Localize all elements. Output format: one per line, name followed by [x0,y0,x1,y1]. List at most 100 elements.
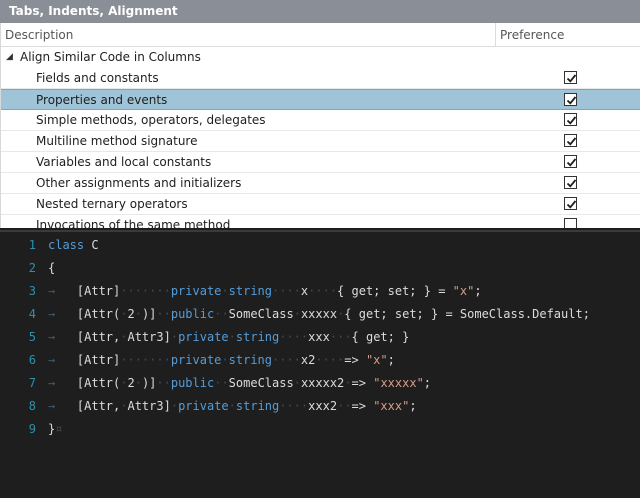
keyword-token: string [228,353,272,367]
expand-triangle-icon[interactable]: ◢ [6,47,13,67]
line-number: 4 [28,307,36,321]
option-label: Properties and events [36,93,168,107]
checkmark-icon [566,200,577,209]
preference-checkbox[interactable] [564,71,577,84]
code-token: [Attr( [62,307,121,321]
code-text: → [Attr]·······private·string····x····{ … [48,280,482,303]
preference-checkbox[interactable] [564,134,577,147]
keyword-token: private [178,399,229,413]
line-number: 8 [28,399,36,413]
keyword-token: private [178,330,229,344]
whitespace-marker: · [134,376,142,390]
whitespace-marker: · [134,307,142,321]
code-text: → [Attr(·2·)]··public··SomeClass·xxxxx·{… [48,303,590,326]
code-token: )] [141,307,157,321]
code-token: 2 [127,307,135,321]
code-text: → [Attr]·······private·string····x2····=… [48,349,395,372]
whitespace-marker: ¤ [55,422,63,436]
code-token: xxx [308,330,330,344]
option-row[interactable]: Simple methods, operators, delegates [1,110,640,131]
code-token: Attr3] [127,330,171,344]
code-line[interactable]: 7 → [Attr(·2·)]··public··SomeClass·xxxxx2… [0,372,640,395]
whitespace-marker: · [293,376,301,390]
code-token: 2 [127,376,135,390]
option-label: Multiline method signature [36,134,198,148]
group-row-align-similar-code[interactable]: ◢ Align Similar Code in Columns [1,47,640,68]
whitespace-marker: · [228,330,236,344]
preference-checkbox[interactable] [564,218,577,228]
preference-checkbox[interactable] [564,155,577,168]
line-number: 9 [28,422,36,436]
option-label: Nested ternary operators [36,197,188,211]
code-text: { [48,257,55,280]
code-text: }¤ [48,418,62,441]
tab-arrow-icon: → [48,307,63,321]
preference-checkbox[interactable] [564,113,577,126]
code-token: => [344,353,366,367]
string-token: "xxxxx" [373,376,424,390]
whitespace-marker: ··· [329,330,352,344]
code-text: → [Attr,·Attr3]·private·string····xxx2··… [48,395,417,418]
column-header-description[interactable]: Description [5,28,73,42]
code-token: xxx2 [308,399,338,413]
code-line[interactable]: 9 }¤ [0,418,640,441]
tab-arrow-icon: → [48,284,63,298]
option-row[interactable]: Multiline method signature [1,131,640,152]
code-line[interactable]: 8 → [Attr,·Attr3]·private·string····xxx2·… [0,395,640,418]
code-token: [Attr, [62,330,121,344]
option-row[interactable]: Invocations of the same method [1,215,640,228]
code-line[interactable]: 5 → [Attr,·Attr3]·private·string····xxx··… [0,326,640,349]
whitespace-marker: · [170,330,179,344]
column-separator[interactable] [495,23,496,47]
column-header-preference[interactable]: Preference [500,28,564,42]
option-row[interactable]: Variables and local constants [1,152,640,173]
checkmark-icon [566,74,577,83]
code-token: xxxxx [300,307,338,321]
option-row[interactable]: Nested ternary operators [1,194,640,215]
whitespace-marker: · [293,307,301,321]
option-row[interactable]: Properties and events [1,89,640,110]
code-token: { get; } [351,330,410,344]
code-line[interactable]: 3 → [Attr]·······private·string····x····{… [0,280,640,303]
group-label: Align Similar Code in Columns [20,50,201,64]
option-row[interactable]: Other assignments and initializers [1,173,640,194]
code-text: → [Attr,·Attr3]·private·string····xxx···… [48,326,409,349]
whitespace-marker: ·· [337,399,352,413]
option-row[interactable]: Fields and constants [1,68,640,89]
keyword-token: private [170,284,222,298]
whitespace-marker: ······· [120,284,171,298]
code-line[interactable]: 2{ [0,257,640,280]
whitespace-marker: ······· [120,353,171,367]
code-token: { get; set; } = SomeClass.Default; [344,307,590,321]
whitespace-marker: ···· [272,284,301,298]
code-preview: 1 class C 2{3 → [Attr]·······private·string… [0,230,640,498]
code-token: ; [423,376,432,390]
code-token: => [351,376,374,390]
line-number: 3 [28,284,36,298]
checkmark-icon [566,116,577,125]
option-label: Simple methods, operators, delegates [36,113,266,127]
code-line[interactable]: 1 class C [0,234,640,257]
line-number: 1 [28,238,36,252]
code-line[interactable]: 6 → [Attr]·······private·string····x2····… [0,349,640,372]
keyword-token: string [228,284,272,298]
checkmark-icon [566,137,577,146]
preference-checkbox[interactable] [564,176,577,189]
whitespace-marker: ·· [214,307,229,321]
code-line[interactable]: 4 → [Attr(·2·)]··public··SomeClass·xxxxx·… [0,303,640,326]
code-token: => [351,399,374,413]
whitespace-marker: · [221,284,229,298]
code-token: [Attr] [62,284,121,298]
option-rows: Fields and constants Properties and event… [1,68,640,228]
code-token: )] [141,376,157,390]
options-grid: Description Preference ◢ Align Similar C… [0,23,640,228]
code-token: ; [474,284,482,298]
keyword-token: public [170,307,215,321]
option-label: Invocations of the same method [36,218,231,228]
preference-checkbox[interactable] [564,197,577,210]
checkmark-icon [566,96,577,105]
line-number: 6 [28,353,36,367]
code-token: SomeClass [228,307,294,321]
keyword-token: string [235,330,280,344]
preference-checkbox[interactable] [564,93,577,106]
